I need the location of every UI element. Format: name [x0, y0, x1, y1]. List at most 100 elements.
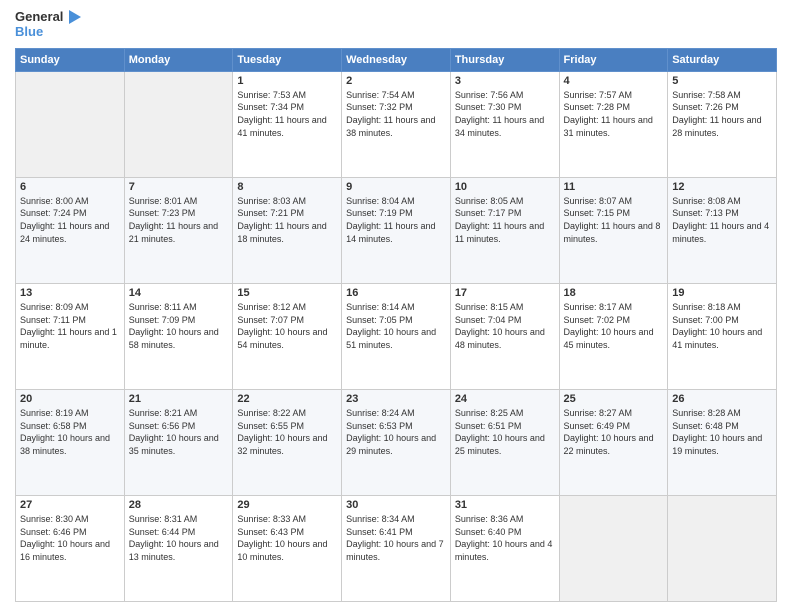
logo-arrow-icon: [65, 10, 81, 24]
day-number: 28: [129, 499, 229, 511]
day-number: 9: [346, 181, 446, 193]
cell-content: Sunrise: 8:28 AM Sunset: 6:48 PM Dayligh…: [672, 407, 772, 457]
weekday-header-saturday: Saturday: [668, 48, 777, 71]
day-number: 30: [346, 499, 446, 511]
day-number: 17: [455, 287, 555, 299]
day-number: 29: [237, 499, 337, 511]
cell-content: Sunrise: 8:21 AM Sunset: 6:56 PM Dayligh…: [129, 407, 229, 457]
cell-content: Sunrise: 7:56 AM Sunset: 7:30 PM Dayligh…: [455, 89, 555, 139]
cell-content: Sunrise: 7:58 AM Sunset: 7:26 PM Dayligh…: [672, 89, 772, 139]
day-number: 25: [564, 393, 664, 405]
calendar-cell: 22 Sunrise: 8:22 AM Sunset: 6:55 PM Dayli…: [233, 389, 342, 495]
calendar-cell: 26 Sunrise: 8:28 AM Sunset: 6:48 PM Dayli…: [668, 389, 777, 495]
day-number: 2: [346, 75, 446, 87]
day-number: 15: [237, 287, 337, 299]
calendar-cell: 30 Sunrise: 8:34 AM Sunset: 6:41 PM Dayli…: [342, 495, 451, 601]
calendar-cell: [668, 495, 777, 601]
calendar-cell: 8Sunrise: 8:03 AM Sunset: 7:21 PM Daylig…: [233, 177, 342, 283]
week-row-5: 27Sunrise: 8:30 AM Sunset: 6:46 PM Dayli…: [16, 495, 777, 601]
calendar-cell: 28 Sunrise: 8:31 AM Sunset: 6:44 PM Dayli…: [124, 495, 233, 601]
day-number: 13: [20, 287, 120, 299]
day-number: 5: [672, 75, 772, 87]
cell-content: Sunrise: 8:14 AM Sunset: 7:05 PM Dayligh…: [346, 301, 446, 351]
cell-content: Sunrise: 8:11 AM Sunset: 7:09 PM Dayligh…: [129, 301, 229, 351]
cell-content: Sunrise: 8:01 AM Sunset: 7:23 PM Dayligh…: [129, 195, 229, 245]
weekday-header-tuesday: Tuesday: [233, 48, 342, 71]
day-number: 26: [672, 393, 772, 405]
cell-content: Sunrise: 8:07 AM Sunset: 7:15 PM Dayligh…: [564, 195, 664, 245]
calendar-cell: 1 Sunrise: 7:53 AM Sunset: 7:34 PM Daylig…: [233, 71, 342, 177]
cell-content: Sunrise: 7:54 AM Sunset: 7:32 PM Dayligh…: [346, 89, 446, 139]
weekday-header-thursday: Thursday: [450, 48, 559, 71]
calendar-cell: 4Sunrise: 7:57 AM Sunset: 7:28 PM Daylig…: [559, 71, 668, 177]
cell-content: Sunrise: 8:24 AM Sunset: 6:53 PM Dayligh…: [346, 407, 446, 457]
week-row-2: 6Sunrise: 8:00 AM Sunset: 7:24 PM Daylig…: [16, 177, 777, 283]
logo-blue-text: Blue: [15, 25, 81, 40]
day-number: 4: [564, 75, 664, 87]
day-number: 18: [564, 287, 664, 299]
day-number: 11: [564, 181, 664, 193]
logo-graphic: General Blue: [15, 10, 81, 40]
calendar-cell: 9 Sunrise: 8:04 AM Sunset: 7:19 PM Daylig…: [342, 177, 451, 283]
day-number: 21: [129, 393, 229, 405]
day-number: 22: [237, 393, 337, 405]
cell-content: Sunrise: 7:53 AM Sunset: 7:34 PM Dayligh…: [237, 89, 337, 139]
cell-content: Sunrise: 8:08 AM Sunset: 7:13 PM Dayligh…: [672, 195, 772, 245]
cell-content: Sunrise: 8:31 AM Sunset: 6:44 PM Dayligh…: [129, 513, 229, 563]
calendar-cell: 19 Sunrise: 8:18 AM Sunset: 7:00 PM Dayli…: [668, 283, 777, 389]
calendar-cell: 7 Sunrise: 8:01 AM Sunset: 7:23 PM Daylig…: [124, 177, 233, 283]
calendar-cell: 21 Sunrise: 8:21 AM Sunset: 6:56 PM Dayli…: [124, 389, 233, 495]
cell-content: Sunrise: 8:17 AM Sunset: 7:02 PM Dayligh…: [564, 301, 664, 351]
calendar-cell: 11 Sunrise: 8:07 AM Sunset: 7:15 PM Dayli…: [559, 177, 668, 283]
calendar-cell: [559, 495, 668, 601]
cell-content: Sunrise: 8:33 AM Sunset: 6:43 PM Dayligh…: [237, 513, 337, 563]
calendar-cell: [124, 71, 233, 177]
day-number: 12: [672, 181, 772, 193]
calendar-cell: 2 Sunrise: 7:54 AM Sunset: 7:32 PM Daylig…: [342, 71, 451, 177]
cell-content: Sunrise: 8:12 AM Sunset: 7:07 PM Dayligh…: [237, 301, 337, 351]
calendar-cell: 10 Sunrise: 8:05 AM Sunset: 7:17 PM Dayli…: [450, 177, 559, 283]
logo-general-text: General: [15, 10, 63, 25]
week-row-1: 1 Sunrise: 7:53 AM Sunset: 7:34 PM Daylig…: [16, 71, 777, 177]
cell-content: Sunrise: 8:30 AM Sunset: 6:46 PM Dayligh…: [20, 513, 120, 563]
calendar-cell: 23 Sunrise: 8:24 AM Sunset: 6:53 PM Dayli…: [342, 389, 451, 495]
day-number: 23: [346, 393, 446, 405]
logo: General Blue: [15, 10, 81, 40]
week-row-3: 13 Sunrise: 8:09 AM Sunset: 7:11 PM Dayli…: [16, 283, 777, 389]
day-number: 20: [20, 393, 120, 405]
cell-content: Sunrise: 8:27 AM Sunset: 6:49 PM Dayligh…: [564, 407, 664, 457]
calendar-cell: 5 Sunrise: 7:58 AM Sunset: 7:26 PM Daylig…: [668, 71, 777, 177]
cell-content: Sunrise: 8:36 AM Sunset: 6:40 PM Dayligh…: [455, 513, 555, 563]
day-number: 10: [455, 181, 555, 193]
cell-content: Sunrise: 8:22 AM Sunset: 6:55 PM Dayligh…: [237, 407, 337, 457]
cell-content: Sunrise: 8:18 AM Sunset: 7:00 PM Dayligh…: [672, 301, 772, 351]
calendar-cell: 12 Sunrise: 8:08 AM Sunset: 7:13 PM Dayli…: [668, 177, 777, 283]
cell-content: Sunrise: 8:05 AM Sunset: 7:17 PM Dayligh…: [455, 195, 555, 245]
day-number: 1: [237, 75, 337, 87]
calendar-cell: 14 Sunrise: 8:11 AM Sunset: 7:09 PM Dayli…: [124, 283, 233, 389]
day-number: 7: [129, 181, 229, 193]
cell-content: Sunrise: 8:34 AM Sunset: 6:41 PM Dayligh…: [346, 513, 446, 563]
day-number: 24: [455, 393, 555, 405]
calendar-cell: 25 Sunrise: 8:27 AM Sunset: 6:49 PM Dayli…: [559, 389, 668, 495]
weekday-header-wednesday: Wednesday: [342, 48, 451, 71]
calendar-cell: 24Sunrise: 8:25 AM Sunset: 6:51 PM Dayli…: [450, 389, 559, 495]
calendar-cell: 27Sunrise: 8:30 AM Sunset: 6:46 PM Dayli…: [16, 495, 125, 601]
header: General Blue: [15, 10, 777, 40]
calendar-cell: 18 Sunrise: 8:17 AM Sunset: 7:02 PM Dayli…: [559, 283, 668, 389]
day-number: 31: [455, 499, 555, 511]
cell-content: Sunrise: 8:09 AM Sunset: 7:11 PM Dayligh…: [20, 301, 120, 351]
cell-content: Sunrise: 8:19 AM Sunset: 6:58 PM Dayligh…: [20, 407, 120, 457]
day-number: 14: [129, 287, 229, 299]
calendar-cell: 17Sunrise: 8:15 AM Sunset: 7:04 PM Dayli…: [450, 283, 559, 389]
calendar-cell: 13 Sunrise: 8:09 AM Sunset: 7:11 PM Dayli…: [16, 283, 125, 389]
day-number: 19: [672, 287, 772, 299]
day-number: 8: [237, 181, 337, 193]
calendar-cell: 3Sunrise: 7:56 AM Sunset: 7:30 PM Daylig…: [450, 71, 559, 177]
calendar-cell: 29 Sunrise: 8:33 AM Sunset: 6:43 PM Dayli…: [233, 495, 342, 601]
calendar-cell: 16Sunrise: 8:14 AM Sunset: 7:05 PM Dayli…: [342, 283, 451, 389]
day-number: 6: [20, 181, 120, 193]
cell-content: Sunrise: 8:04 AM Sunset: 7:19 PM Dayligh…: [346, 195, 446, 245]
calendar-cell: 31 Sunrise: 8:36 AM Sunset: 6:40 PM Dayli…: [450, 495, 559, 601]
calendar-cell: 15 Sunrise: 8:12 AM Sunset: 7:07 PM Dayli…: [233, 283, 342, 389]
